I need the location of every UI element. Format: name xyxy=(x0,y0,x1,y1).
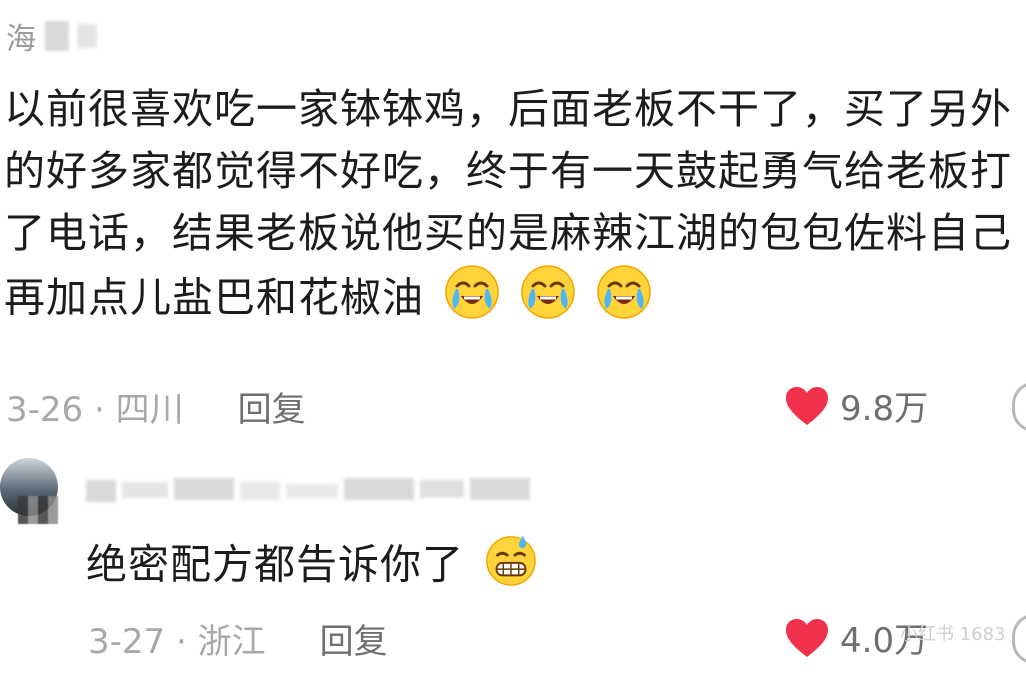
reply-button[interactable]: 回复 xyxy=(320,614,388,663)
blurred-name-mask xyxy=(45,21,69,51)
blurred-name-mask xyxy=(174,478,234,500)
comments-screen: 海 以前很喜欢吃一家钵钵鸡，后面老板不干了，买了另外 的好多家都觉得不好吃，终于… xyxy=(0,0,1026,684)
comment-line: 了电话，结果老板说他买的是麻辣江湖的包包佐料自己 xyxy=(4,209,1012,257)
blurred-name-mask xyxy=(286,484,338,498)
blurred-name-mask xyxy=(420,480,464,498)
comment-author[interactable]: 海 xyxy=(6,14,97,58)
watermark: 小红书 1683 xyxy=(900,624,1006,645)
like-count: 9.8万 xyxy=(840,389,929,429)
blurred-name-mask xyxy=(122,482,168,498)
comment-line: 以前很喜欢吃一家钵钵鸡，后面老板不干了，买了另外 xyxy=(4,85,1012,133)
heart-icon xyxy=(786,618,828,657)
reply-meta: 3-27 · 浙江 回复 xyxy=(88,614,388,663)
heart-icon xyxy=(786,386,828,425)
comment-date-location: 3-26 · 四川 xyxy=(6,390,184,430)
blurred-name-mask xyxy=(77,24,97,48)
comment-line-last: 再加点儿盐巴和花椒油 xyxy=(4,264,1026,337)
grimacing-sweat-emoji xyxy=(484,532,538,603)
blurred-name-mask xyxy=(344,478,414,500)
blurred-name-mask xyxy=(240,482,280,500)
avatar-mosaic xyxy=(18,496,58,524)
author-name: 海 xyxy=(6,22,37,57)
comment-text: 以前很喜欢吃一家钵钵鸡，后面老板不干了，买了另外 的好多家都觉得不好吃，终于有一… xyxy=(4,78,1026,337)
comment-icon[interactable] xyxy=(1012,614,1026,664)
crying-laughing-emoji xyxy=(520,264,576,337)
reply-button[interactable]: 回复 xyxy=(238,382,306,431)
comment-meta: 3-26 · 四川 回复 xyxy=(6,382,306,431)
like-button[interactable]: 9.8万 xyxy=(784,381,928,430)
reply-text: 绝密配方都告诉你了 xyxy=(86,532,538,603)
reply-author-blurred[interactable] xyxy=(86,476,530,502)
comment-icon[interactable] xyxy=(1012,382,1026,432)
crying-laughing-emoji xyxy=(596,264,652,337)
reply-date-location: 3-27 · 浙江 xyxy=(88,622,266,662)
reply-text-content: 绝密配方都告诉你了 xyxy=(86,540,464,589)
blurred-name-mask xyxy=(86,480,116,502)
comment-line: 的好多家都觉得不好吃，终于有一天鼓起勇气给老板打 xyxy=(4,147,1012,195)
comment-line: 再加点儿盐巴和花椒油 xyxy=(4,273,424,322)
blurred-name-mask xyxy=(470,478,530,500)
crying-laughing-emoji xyxy=(444,264,500,337)
